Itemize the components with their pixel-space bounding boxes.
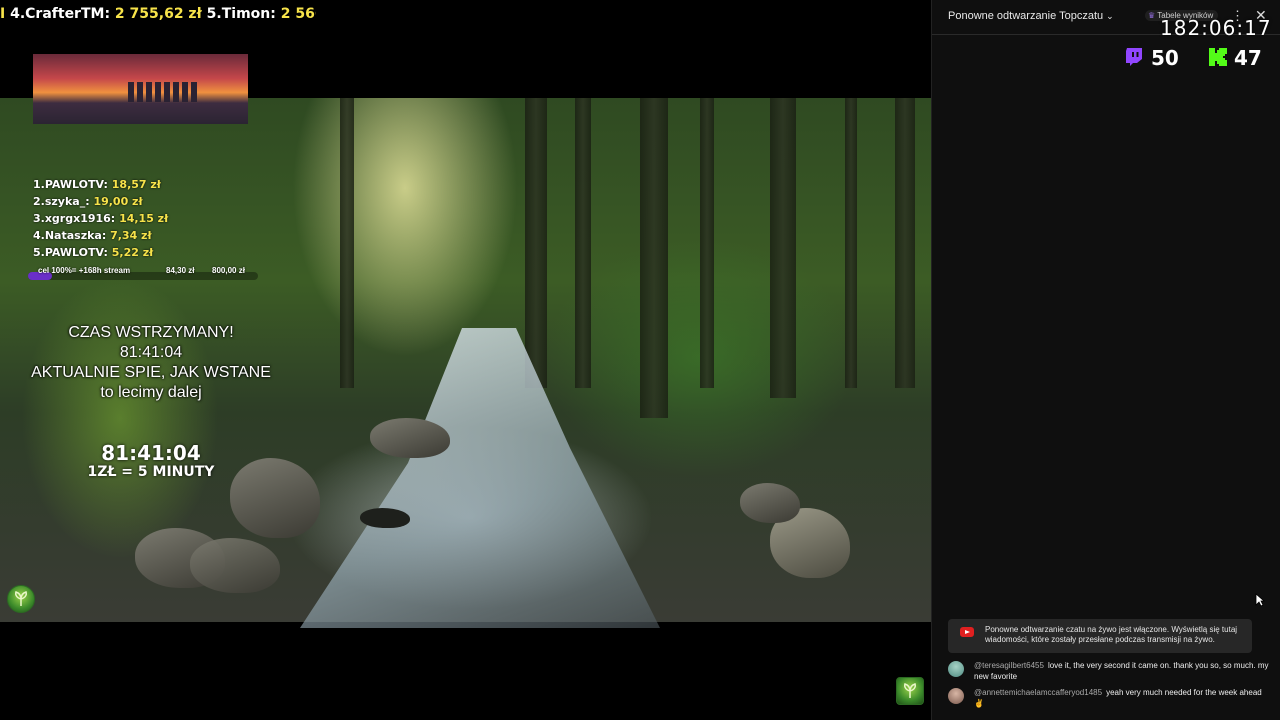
kick-viewer-count: 47 [1234, 46, 1262, 70]
leaderboard-row: 1.PAWLOTV: 18,57 zł [33, 176, 168, 193]
leaderboard-row: 3.xgrgx1916: 14,15 zł [33, 210, 168, 227]
leaderboard-name: 4.Nataszka: [33, 229, 107, 242]
donation-leaderboard: 1.PAWLOTV: 18,57 zł 2.szyka_: 19,00 zł 3… [33, 176, 168, 261]
ticker-amount: 2 566,00 zł [280, 6, 316, 22]
plant-logo-icon [7, 585, 35, 613]
leaderboard-row: 2.szyka_: 19,00 zł [33, 193, 168, 210]
goal-label: cel 100%= +168h stream [38, 266, 131, 275]
chat-username[interactable]: @teresagilbert6455 [974, 661, 1044, 670]
leaderboard-name: 1.PAWLOTV: [33, 178, 108, 191]
leaderboard-amount: 7,34 zł [110, 229, 152, 242]
leaderboard-name: 3.xgrgx1916: [33, 212, 116, 225]
subathon-timer: 81:41:04 1ZŁ = 5 MINUTY [0, 442, 302, 480]
ticker-name: 5.Timon: [206, 6, 276, 22]
avatar[interactable] [948, 688, 964, 704]
chat-replay-notice: Ponowne odtwarzanie czatu na żywo jest w… [948, 619, 1252, 653]
kick-icon [1209, 48, 1227, 66]
replay-notice-text: Ponowne odtwarzanie czatu na żywo jest w… [985, 625, 1238, 644]
chat-username[interactable]: @annettemichaelamccafferyod1485 [974, 688, 1102, 697]
chat-mode-dropdown[interactable]: Ponowne odtwarzanie Topczatu ⌄ [948, 10, 1114, 22]
crown-icon: ♛ [1148, 11, 1156, 20]
paused-title: CZAS WSTRZYMANY! [68, 324, 234, 341]
twitch-viewer-count: 50 [1151, 46, 1179, 70]
live-chat-panel: Ponowne odtwarzanie Topczatu ⌄ ♛ Tabele w… [931, 0, 1280, 720]
goal-target: 800,00 zł [212, 266, 245, 275]
paused-message: AKTUALNIE SPIE, JAK WSTANE [31, 364, 271, 381]
subathon-rate: 1ZŁ = 5 MINUTY [87, 464, 215, 480]
leaderboard-amount: 5,22 zł [111, 246, 154, 259]
stream-uptime-timer: 182:06:17 [1160, 16, 1272, 40]
donation-goal-bar: cel 100%= +168h stream 84,30 zł 800,00 z… [28, 264, 258, 280]
leaderboard-row: 5.PAWLOTV: 5,22 zł [33, 244, 168, 261]
leaderboard-row: 4.Nataszka: 7,34 zł [33, 227, 168, 244]
stream-player[interactable]: I 4.CrafterTM: 2 755,62 zł 5.Timon: 2 56… [0, 0, 931, 720]
ticker-marker: I [0, 6, 11, 22]
paused-timer: 81:41:04 [119, 344, 183, 361]
sunset-city-thumbnail [33, 54, 248, 124]
chevron-down-icon: ⌄ [1106, 11, 1114, 21]
goal-current: 84,30 zł [166, 266, 195, 275]
leaderboard-amount: 19,00 zł [93, 195, 143, 208]
mouse-cursor-icon [1255, 593, 1265, 607]
ticker-amount: 2 755,62 zł [114, 6, 202, 22]
chat-title: Ponowne odtwarzanie Topczatu [948, 10, 1104, 22]
subathon-time: 81:41:04 [101, 441, 201, 465]
leaderboard-name: 2.szyka_: [33, 195, 90, 208]
leaderboard-amount: 18,57 zł [111, 178, 161, 191]
ticker-name: 4.CrafterTM: [10, 6, 111, 22]
paused-notice: CZAS WSTRZYMANY! 81:41:04 AKTUALNIE SPIE… [0, 323, 302, 403]
channel-watermark-icon [896, 677, 924, 705]
youtube-icon [960, 627, 974, 637]
twitch-icon [1126, 48, 1142, 66]
leaderboard-name: 5.PAWLOTV: [33, 246, 108, 259]
paused-message-2: to lecimy dalej [100, 384, 202, 401]
leaderboard-amount: 14,15 zł [119, 212, 169, 225]
avatar[interactable] [948, 661, 964, 677]
donation-ticker: I 4.CrafterTM: 2 755,62 zł 5.Timon: 2 56… [0, 6, 316, 24]
